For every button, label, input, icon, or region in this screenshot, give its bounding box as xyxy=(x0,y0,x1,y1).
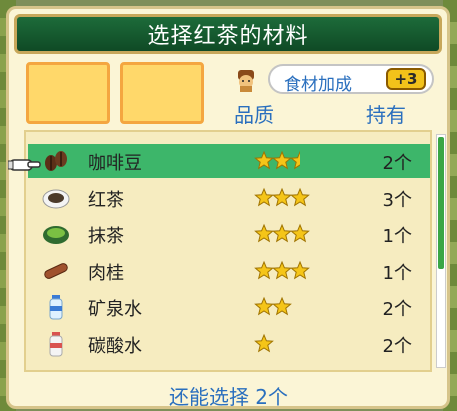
ingredient-row[interactable]: 咖啡豆 2个 xyxy=(28,144,430,178)
ingredient-bonus-pill: 食材加成 +3 xyxy=(268,64,434,95)
quality-stars xyxy=(254,150,312,172)
ingredient-bonus-label: 食材加成 xyxy=(284,75,352,95)
panel-title: 选择红茶的材料 xyxy=(147,24,309,49)
soda-water-icon xyxy=(42,330,70,358)
scrollbar[interactable] xyxy=(436,134,446,368)
quality-stars xyxy=(254,296,312,318)
remaining-selections-text: 还能选择 2个 xyxy=(168,385,289,409)
cinnamon-icon xyxy=(42,257,70,285)
ingredient-name: 碳酸水 xyxy=(88,335,142,357)
owned-quantity: 3个 xyxy=(382,189,412,211)
black-tea-icon xyxy=(42,184,70,212)
ingredient-slot-1[interactable] xyxy=(26,62,110,124)
ingredient-row[interactable]: 矿泉水 2个 xyxy=(28,290,430,324)
owned-quantity: 2个 xyxy=(382,335,412,357)
owned-quantity: 1个 xyxy=(382,226,412,247)
owned-quantity: 1个 xyxy=(382,262,412,284)
column-header-quality: 品质 xyxy=(234,103,274,127)
owned-quantity: 2个 xyxy=(382,299,412,320)
owned-quantity: 2个 xyxy=(382,153,412,174)
quality-stars xyxy=(254,333,312,355)
ingredient-row[interactable]: 红茶 3个 xyxy=(28,181,430,215)
ingredient-slot-2[interactable] xyxy=(120,62,204,124)
ingredient-row[interactable]: 抹茶 1个 xyxy=(28,217,430,251)
quality-stars xyxy=(254,223,312,245)
coffee-bean-icon xyxy=(42,147,70,175)
quality-stars xyxy=(254,260,312,282)
pointing-hand-icon xyxy=(8,159,41,171)
matcha-icon xyxy=(42,220,70,248)
ingredient-name: 咖啡豆 xyxy=(88,153,142,174)
ingredient-name: 抹茶 xyxy=(88,226,124,247)
bonus-badge: +3 xyxy=(386,68,426,90)
scrollbar-thumb[interactable] xyxy=(438,137,444,269)
title-bar: 选择红茶的材料 xyxy=(14,14,442,54)
ingredient-row[interactable]: 碳酸水 2个 xyxy=(28,327,430,361)
ingredient-name: 肉桂 xyxy=(88,262,124,284)
column-header-owned: 持有 xyxy=(366,103,406,127)
mineral-water-icon xyxy=(42,293,70,321)
ingredient-row[interactable]: 肉桂 1个 xyxy=(28,254,430,288)
ingredient-name: 矿泉水 xyxy=(88,299,142,320)
chef-icon xyxy=(238,70,254,92)
quality-stars xyxy=(254,187,312,209)
ingredient-name: 红茶 xyxy=(88,189,124,211)
